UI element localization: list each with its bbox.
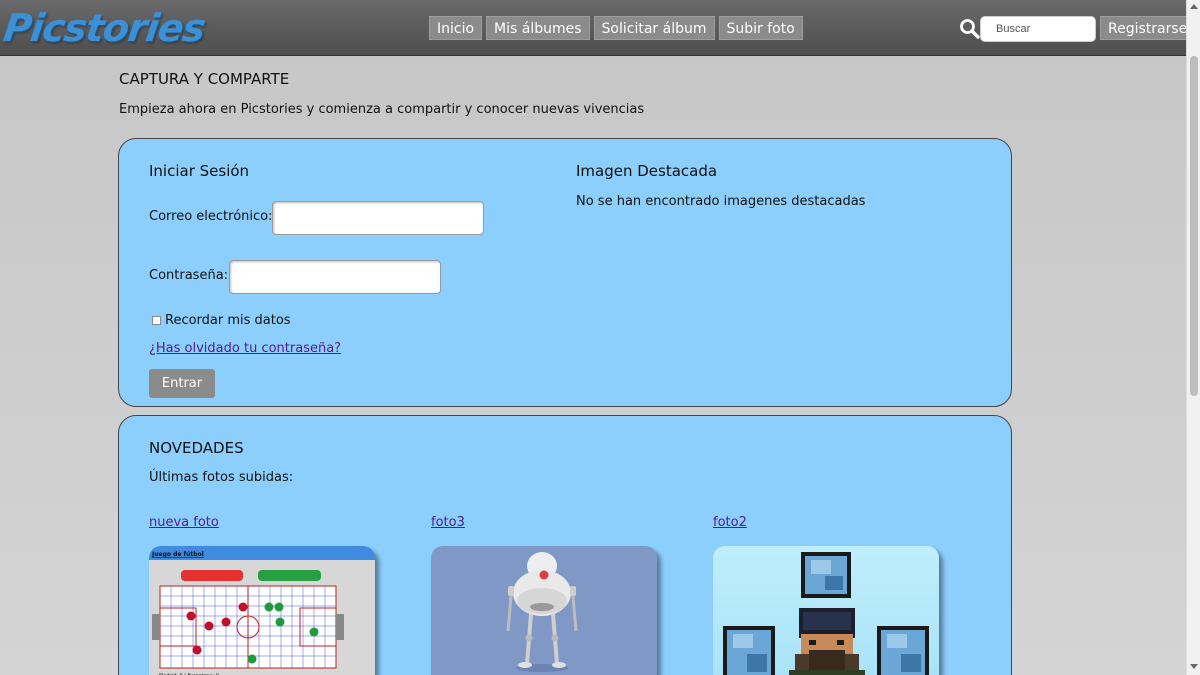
- remember-checkbox[interactable]: [152, 316, 161, 325]
- password-label: Contraseña:: [149, 268, 229, 283]
- page-title: CAPTURA Y COMPARTE: [119, 70, 290, 88]
- news-title: NOVEDADES: [149, 439, 244, 457]
- page-scrollbar[interactable]: [1186, 0, 1200, 675]
- image-caption: Juego de fútbol: [151, 551, 204, 558]
- photo-thumbnail-3[interactable]: [713, 546, 939, 675]
- pixel-art-image: [723, 552, 929, 675]
- main-nav: Inicio Mis álbumes Solicitar álbum Subir…: [429, 16, 803, 40]
- login-title: Iniciar Sesión: [149, 162, 250, 180]
- featured-empty-message: No se han encontrado imagenes destacadas: [576, 194, 866, 209]
- remember-label: Recordar mis datos: [165, 313, 291, 328]
- password-field[interactable]: [229, 260, 441, 294]
- photo-thumbnail-1[interactable]: Juego de fútbol: [149, 546, 375, 675]
- nav-solicitar-album[interactable]: Solicitar álbum: [593, 16, 715, 40]
- nav-subir-foto[interactable]: Subir foto: [718, 16, 803, 40]
- featured-title: Imagen Destacada: [576, 162, 718, 180]
- football-game-image: Juego de fútbol: [149, 546, 375, 675]
- photo-link-3[interactable]: foto2: [713, 515, 747, 530]
- search-input[interactable]: [980, 16, 1096, 42]
- photo-thumbnail-2[interactable]: [431, 546, 657, 675]
- nav-inicio[interactable]: Inicio: [429, 16, 483, 40]
- email-field[interactable]: [272, 201, 484, 235]
- news-subtitle: Últimas fotos subidas:: [149, 470, 294, 485]
- nav-mis-albumes[interactable]: Mis álbumes: [486, 16, 590, 40]
- photo-link-2[interactable]: foto3: [431, 515, 465, 530]
- register-button[interactable]: Registrarse: [1100, 16, 1196, 40]
- page-intro-text: Empieza ahora en Picstories y comienza a…: [119, 102, 645, 117]
- login-button[interactable]: Entrar: [149, 369, 215, 398]
- photo-link-1[interactable]: nueva foto: [149, 515, 219, 530]
- scroll-up-arrow-icon[interactable]: [1190, 4, 1198, 9]
- top-bar: Picstories Inicio Mis álbumes Solicitar …: [0, 0, 1196, 56]
- forgot-password-link[interactable]: ¿Has olvidado tu contraseña?: [149, 341, 341, 356]
- login-featured-panel: Iniciar Sesión Correo electrónico: Contr…: [118, 138, 1012, 407]
- robot-image: [506, 552, 578, 672]
- email-label: Correo electrónico:: [149, 209, 273, 224]
- search-icon[interactable]: [959, 18, 981, 40]
- scroll-down-arrow-icon[interactable]: [1190, 664, 1198, 669]
- scroll-thumb[interactable]: [1190, 56, 1198, 396]
- site-logo[interactable]: Picstories: [1, 6, 208, 50]
- news-panel: NOVEDADES Últimas fotos subidas: nueva f…: [118, 415, 1012, 675]
